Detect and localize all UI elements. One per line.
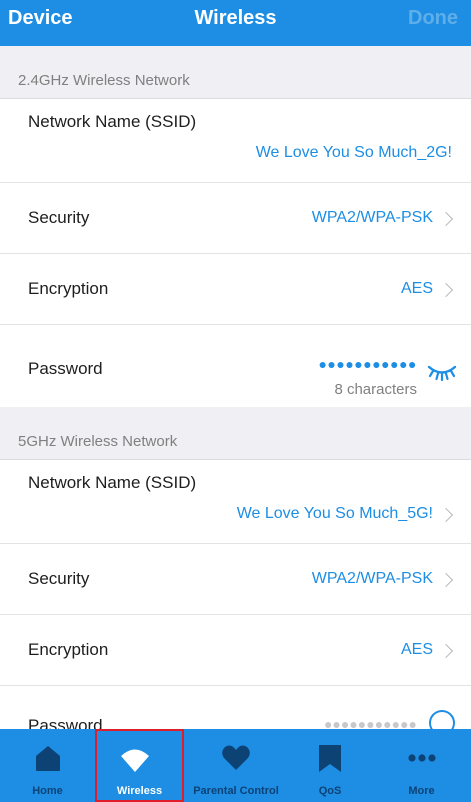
ssid-row-5g[interactable]: Network Name (SSID) We Love You So Much_… bbox=[0, 460, 471, 544]
chevron-right-icon bbox=[438, 507, 454, 523]
encryption-value-2g: AES bbox=[400, 280, 433, 297]
password-label-5g: Password bbox=[28, 716, 103, 729]
ssid-value-2g: We Love You So Much_2G! bbox=[255, 144, 452, 161]
wifi-icon bbox=[121, 749, 150, 772]
nav-bar: Device Wireless Done bbox=[0, 0, 471, 46]
heart-icon bbox=[222, 745, 250, 770]
security-value-5g: WPA2/WPA-PSK bbox=[311, 570, 433, 587]
tab-more[interactable]: More bbox=[372, 729, 471, 802]
done-button[interactable]: Done bbox=[408, 7, 458, 30]
password-row-5g[interactable]: Password ●●●●●●●●●●● bbox=[0, 686, 471, 729]
password-label-2g: Password bbox=[28, 359, 103, 378]
tab-home[interactable]: Home bbox=[0, 729, 95, 802]
security-value-2g: WPA2/WPA-PSK bbox=[311, 209, 433, 226]
tab-wireless[interactable]: Wireless bbox=[95, 729, 184, 802]
section-title-5g: 5GHz Wireless Network bbox=[18, 433, 178, 450]
security-row-2g[interactable]: Security WPA2/WPA-PSK bbox=[0, 183, 471, 254]
tab-label: QoS bbox=[318, 785, 342, 797]
section-header-2g: 2.4GHz Wireless Network bbox=[0, 46, 471, 99]
bookmark-icon bbox=[319, 745, 341, 772]
page-title: Wireless bbox=[194, 7, 277, 29]
ssid-row-2g[interactable]: Network Name (SSID) We Love You So Much_… bbox=[0, 99, 471, 183]
eye-icon[interactable] bbox=[429, 710, 455, 729]
home-icon bbox=[35, 746, 60, 771]
tab-label: Wireless bbox=[116, 785, 163, 797]
chevron-right-icon bbox=[438, 643, 454, 659]
tab-qos[interactable]: QoS bbox=[288, 729, 372, 802]
password-masked-2g: ●●●●●●●●●●● bbox=[318, 356, 417, 372]
tab-parental-control[interactable]: Parental Control bbox=[184, 729, 288, 802]
encryption-value-5g: AES bbox=[400, 641, 433, 658]
more-icon bbox=[407, 754, 436, 762]
encryption-label-2g: Encryption bbox=[28, 279, 109, 298]
ssid-label-5g: Network Name (SSID) bbox=[28, 473, 197, 492]
password-row-2g[interactable]: Password ●●●●●●●●●●● 8 characters bbox=[0, 325, 471, 407]
eye-closed-icon[interactable] bbox=[426, 362, 458, 382]
password-length-hint-2g: 8 characters bbox=[334, 381, 417, 398]
encryption-label-5g: Encryption bbox=[28, 640, 109, 659]
settings-list[interactable]: 2.4GHz Wireless Network Network Name (SS… bbox=[0, 46, 471, 729]
ssid-label-2g: Network Name (SSID) bbox=[28, 112, 197, 131]
password-masked-5g: ●●●●●●●●●●● bbox=[323, 716, 417, 729]
chevron-right-icon bbox=[438, 211, 454, 227]
encryption-row-5g[interactable]: Encryption AES bbox=[0, 615, 471, 686]
security-row-5g[interactable]: Security WPA2/WPA-PSK bbox=[0, 544, 471, 615]
section-title-2g: 2.4GHz Wireless Network bbox=[18, 72, 190, 89]
encryption-row-2g[interactable]: Encryption AES bbox=[0, 254, 471, 325]
security-label-5g: Security bbox=[28, 569, 90, 588]
section-header-5g: 5GHz Wireless Network bbox=[0, 407, 471, 460]
tab-label: More bbox=[408, 785, 435, 797]
chevron-right-icon bbox=[438, 572, 454, 588]
ssid-value-5g: We Love You So Much_5G! bbox=[236, 505, 433, 522]
security-label-2g: Security bbox=[28, 208, 90, 227]
tab-bar: Home Wireless Parental Control QoS More bbox=[0, 729, 471, 802]
tab-label: Home bbox=[32, 785, 63, 797]
tab-label: Parental Control bbox=[193, 785, 279, 797]
chevron-right-icon bbox=[438, 282, 454, 298]
